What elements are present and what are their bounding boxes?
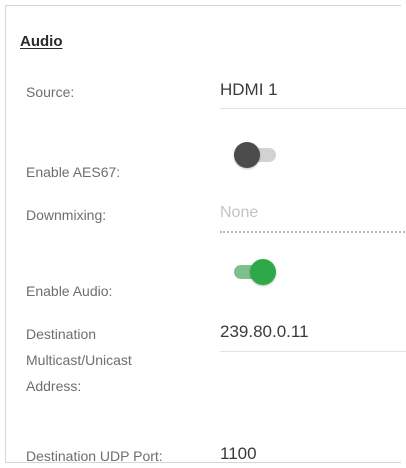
section-title: Audio [20,33,63,50]
destination-address-underline [220,351,406,352]
aes67-toggle-knob [234,142,260,168]
enable-audio-toggle[interactable] [234,259,276,285]
udp-port-label: Destination UDP Port: [26,448,163,464]
enable-audio-toggle-knob [250,259,276,285]
downmixing-underline [220,231,406,233]
destination-address-value[interactable]: 239.80.0.11 [220,322,309,342]
destination-address-label-line3: Address: [26,378,82,394]
downmixing-label: Downmixing: [26,207,107,223]
aes67-toggle[interactable] [234,142,276,168]
udp-port-value[interactable]: 1100 [220,444,257,464]
source-label: Source: [26,84,75,100]
destination-address-label-line2: Multicast/Unicast [26,352,132,368]
aes67-label: Enable AES67: [26,164,121,180]
downmixing-value[interactable]: None [220,204,258,222]
source-value[interactable]: HDMI 1 [220,80,278,100]
destination-address-label-line1: Destination [26,326,97,342]
source-underline [220,108,406,109]
enable-audio-label: Enable Audio: [26,283,113,299]
audio-settings-panel: Audio Source: HDMI 1 Enable AES67: Downm… [5,5,406,464]
